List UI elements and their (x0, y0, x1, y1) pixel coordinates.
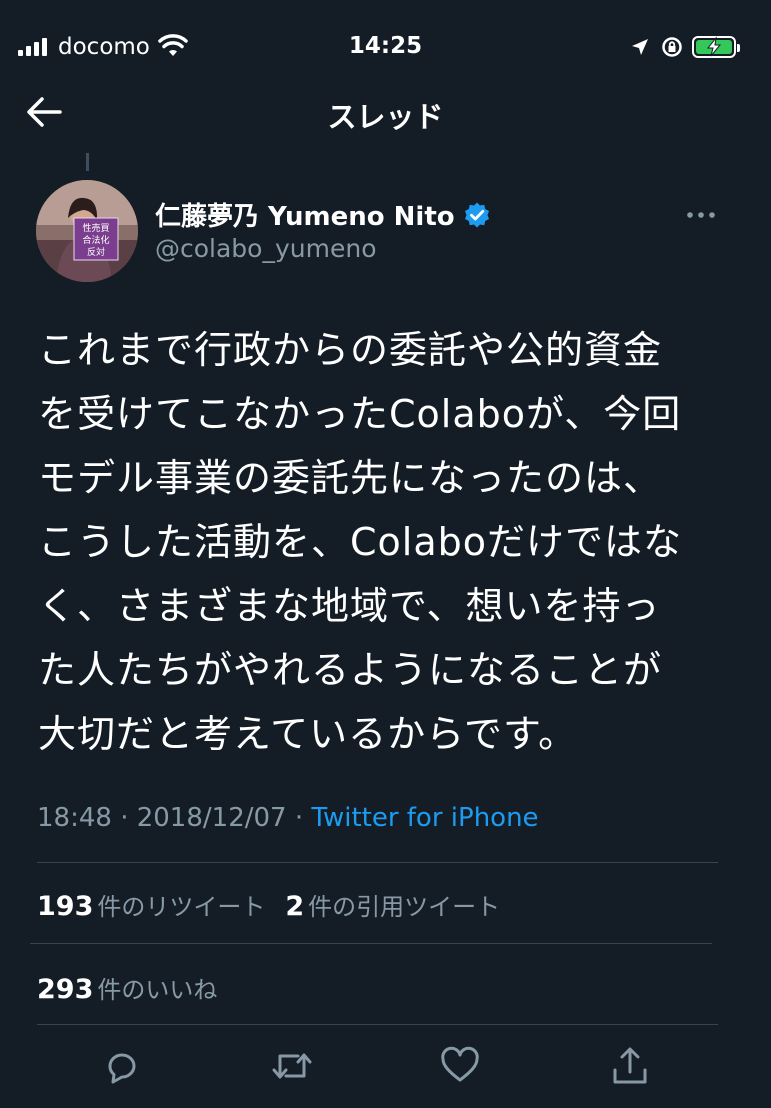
avatar[interactable]: 性売買 合法化 反対 (36, 180, 138, 282)
tweet-line: モデル事業の委託先になったのは、 (38, 456, 663, 500)
tweet-timestamp: 18:48 · 2018/12/07 · (37, 803, 312, 833)
tweet-line: く、さまざまな地域で、想いを持っ (38, 584, 661, 628)
page-title: スレッド (327, 100, 444, 134)
avatar-sign-text-1: 性売買 (82, 222, 109, 234)
tweet-line: こうした活動を、Colaboだけではな (38, 520, 682, 564)
reply-icon[interactable] (102, 1046, 142, 1086)
tweet-actions-bar (0, 1046, 771, 1096)
retweet-count[interactable]: 193 (37, 891, 93, 922)
status-time: 14:25 (348, 33, 423, 59)
like-icon[interactable] (440, 1046, 480, 1086)
verified-badge-icon (464, 202, 489, 227)
author-handle[interactable]: @colabo_yumeno (155, 234, 376, 263)
share-icon[interactable] (610, 1046, 650, 1086)
author-name-text: 仁藤夢乃 Yumeno Nito (155, 202, 455, 232)
tweet-source-link[interactable]: Twitter for iPhone (311, 803, 538, 833)
location-arrow-icon (632, 39, 648, 55)
like-count[interactable]: 293 (37, 974, 93, 1005)
quote-count[interactable]: 2 (285, 891, 304, 922)
rotation-lock-icon (662, 37, 682, 57)
divider (30, 943, 712, 944)
more-options-icon[interactable] (686, 210, 716, 220)
tweet-metadata: 18:48 · 2018/12/07 · Twitter for iPhone (37, 803, 539, 833)
status-bar: docomo 14:25 (0, 0, 771, 90)
quote-label[interactable]: 件の引用ツイート (308, 887, 500, 922)
likes-stats-row: 293 件のいいね (37, 970, 217, 1005)
thread-connector-line (86, 153, 89, 171)
avatar-sign-text-3: 反対 (87, 246, 105, 258)
like-label[interactable]: 件のいいね (97, 970, 217, 1005)
divider (37, 862, 718, 863)
engagement-stats-row: 193 件のリツイート 2 件の引用ツイート (37, 887, 500, 922)
tweet-line: た人たちがやれるようになることが (38, 648, 663, 692)
avatar-photo: 性売買 合法化 反対 (36, 180, 138, 282)
navigation-bar: スレッド (0, 82, 771, 140)
retweet-icon[interactable] (270, 1046, 314, 1086)
avatar-sign-text-2: 合法化 (82, 234, 109, 246)
tweet-line: を受けてこなかったColaboが、今回 (38, 392, 682, 436)
tweet-line: 大切だと考えているからです。 (38, 712, 578, 756)
author-display-name[interactable]: 仁藤夢乃 Yumeno Nito (155, 196, 491, 233)
retweet-label[interactable]: 件のリツイート (97, 887, 265, 922)
battery-icon (692, 36, 740, 58)
divider (37, 1024, 718, 1025)
tweet-text: これまで行政からの委託や公的資金 を受けてこなかったColaboが、今回 モデル… (38, 318, 738, 766)
tweet-line: これまで行政からの委託や公的資金 (38, 328, 663, 372)
